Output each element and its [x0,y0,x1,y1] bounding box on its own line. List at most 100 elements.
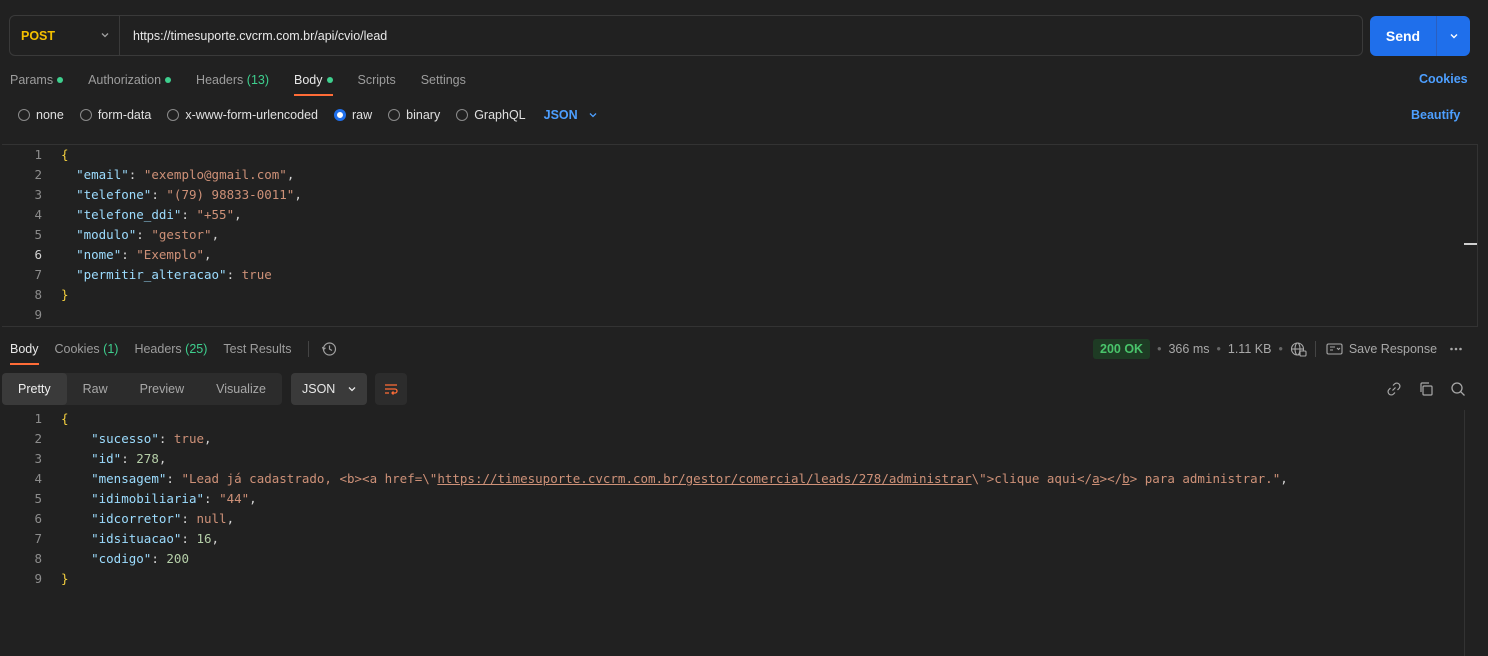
chevron-down-icon [1450,34,1457,39]
divider [307,341,309,357]
code-line: 3 "telefone": "(79) 98833-0011", [0,185,301,205]
view-tab-raw[interactable]: Raw [67,373,124,405]
radio-label: binary [406,108,441,122]
json-key: "mensagem" [91,471,167,486]
body-language-select[interactable]: JSON [544,108,599,122]
request-body-code: 1{ 2 "email": "exemplo@gmail.com", 3 "te… [0,145,302,325]
tab-count: (1) [103,342,119,356]
line-number: 3 [34,451,42,466]
status-dot [57,76,64,83]
response-tabs: Body Cookies (1) Headers (25) Test Resul… [10,341,337,365]
json-key: "sucesso" [91,431,159,446]
json-link[interactable]: https://timesuporte.cvcrm.com.br/gestor/… [437,471,971,486]
code-line: 7 "permitir_alteracao": true [0,265,302,285]
json-link[interactable]: b [1122,471,1130,486]
response-time[interactable]: 366 ms [1168,342,1209,356]
body-type-form-data[interactable]: form-data [79,108,151,122]
json-brace: { [61,147,69,162]
save-response-button[interactable]: Save Response [1326,342,1437,356]
code-line: 9} [0,569,1288,589]
method-select[interactable]: POST [10,16,120,55]
tab-test-results[interactable]: Test Results [223,341,291,365]
tab-label: Body [294,73,323,87]
globe-lock-icon [1290,341,1307,357]
tab-response-body[interactable]: Body [10,341,39,365]
code-line: 2 "sucesso": true, [0,429,1288,449]
body-type-graphql[interactable]: GraphQL [456,108,526,122]
radio-icon [388,109,401,121]
code-line: 5 "idimobiliaria": "44", [0,489,1288,509]
language-label: JSON [543,108,578,122]
send-button[interactable]: Send [1370,16,1437,56]
more-options-button[interactable] [1449,342,1463,356]
more-horizontal-icon [1450,347,1462,351]
copy-button[interactable] [1417,380,1435,398]
wrap-lines-button[interactable] [375,373,407,405]
tab-scripts[interactable]: Scripts [358,72,396,96]
radio-icon [456,109,469,121]
tab-count: (13) [246,73,270,87]
code-line: 6 "idcorretor": null, [0,509,1288,529]
radio-label: none [36,108,64,122]
status-dot [165,76,172,83]
json-link[interactable]: a [1092,471,1100,486]
send-options-button[interactable] [1437,16,1470,56]
tab-settings[interactable]: Settings [421,72,466,96]
line-number: 3 [34,187,42,202]
body-type-none[interactable]: none [18,108,64,122]
body-type-raw[interactable]: raw [334,108,372,122]
scrollbar-track[interactable] [1464,410,1465,656]
tab-response-headers[interactable]: Headers (25) [134,341,207,365]
beautify-link[interactable]: Beautify [1411,108,1460,122]
response-size[interactable]: 1.11 KB [1228,342,1272,356]
json-brace: } [61,571,69,586]
json-key: "id" [91,451,122,466]
json-key: "telefone" [76,187,152,202]
request-bar: POST https://timesuporte.cvcrm.com.br/ap… [9,15,1363,56]
line-number: 1 [34,147,42,162]
tab-response-cookies[interactable]: Cookies (1) [55,341,119,365]
code-line: 8 "codigo": 200 [0,549,1288,569]
line-number: 1 [34,411,42,426]
json-value: 16 [196,531,212,546]
body-type-binary[interactable]: binary [388,108,440,122]
tab-label: Scripts [357,73,396,87]
network-info-button[interactable] [1290,341,1307,358]
history-button[interactable] [321,341,337,365]
json-value: 200 [166,551,189,566]
copy-link-button[interactable] [1385,380,1403,398]
line-number: 2 [34,431,42,446]
json-comma: , [211,227,220,242]
json-value: 278 [136,451,159,466]
url-input[interactable]: https://timesuporte.cvcrm.com.br/api/cvi… [120,29,387,43]
view-tab-preview[interactable]: Preview [124,373,200,405]
json-key: "permitir_alteracao" [76,267,227,282]
cookies-link[interactable]: Cookies [1419,72,1468,86]
json-key: "idsituacao" [91,531,182,546]
tab-params[interactable]: Params [10,72,64,96]
tab-headers[interactable]: Headers (13) [196,72,269,96]
json-comma: , [234,207,242,222]
radio-icon [18,109,30,121]
line-number: 7 [34,531,42,546]
body-type-urlencoded[interactable]: x-www-form-urlencoded [167,108,318,122]
line-number: 9 [34,571,42,586]
view-tab-visualize[interactable]: Visualize [200,373,282,405]
json-value: "44" [219,491,250,506]
tab-label: Test Results [223,342,292,356]
tab-body[interactable]: Body [294,72,333,96]
tab-label: Headers [196,73,244,87]
chevron-down-icon [101,33,109,38]
scrollbar-thumb[interactable] [1464,243,1477,245]
chevron-down-icon [348,387,356,392]
view-tab-pretty[interactable]: Pretty [2,373,67,405]
json-comma: , [286,167,295,182]
copy-icon [1420,382,1433,396]
tab-authorization[interactable]: Authorization [88,72,172,96]
status-badge[interactable]: 200 OK [1093,339,1151,359]
response-format-select[interactable]: JSON [291,373,367,405]
search-button[interactable] [1449,380,1467,398]
line-number: 5 [34,491,42,506]
history-icon [321,342,336,356]
json-value: \">clique aqui</ [971,471,1093,486]
